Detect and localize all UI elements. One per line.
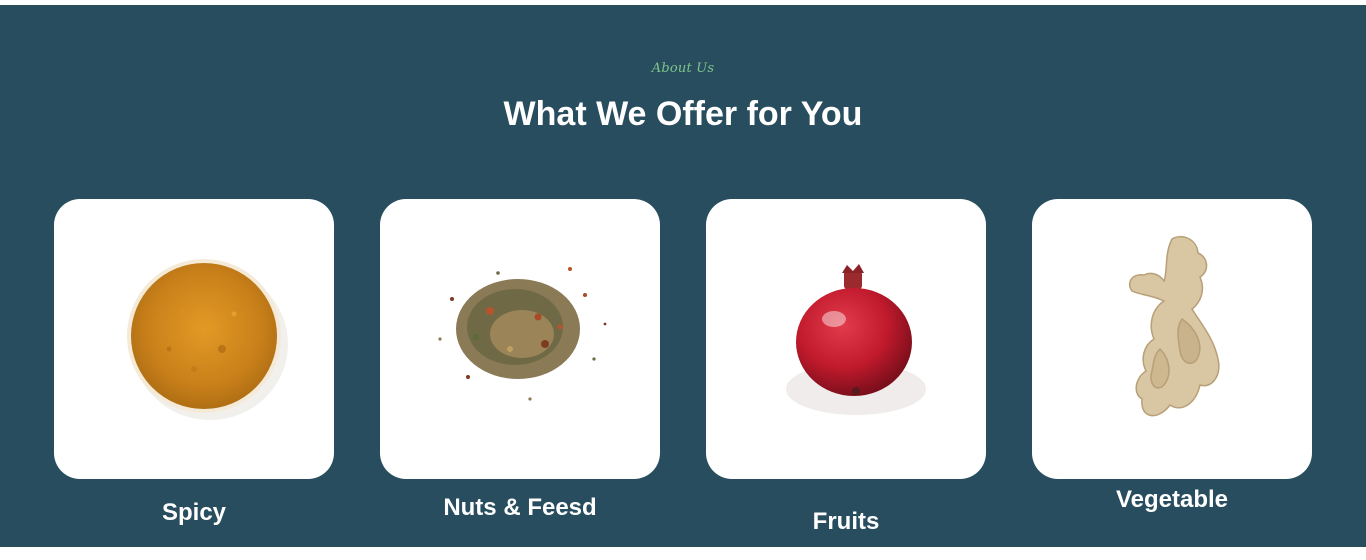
category-card-nuts[interactable] xyxy=(380,199,660,479)
ginger-root-image xyxy=(1128,235,1220,417)
category-label[interactable]: Vegetable xyxy=(1032,486,1312,514)
category-card-spicy[interactable] xyxy=(54,199,334,479)
category-label[interactable]: Spicy xyxy=(54,499,334,527)
turmeric-bowl-image xyxy=(127,259,288,420)
category-card-vegetable[interactable] xyxy=(1032,199,1312,479)
category-label[interactable]: Fruits xyxy=(706,508,986,536)
offer-section: About Us What We Offer for You Spicy Nut… xyxy=(0,5,1366,547)
section-eyebrow: About Us xyxy=(651,61,715,76)
category-card-fruits[interactable] xyxy=(706,199,986,479)
pomegranate-image xyxy=(786,264,926,415)
herb-mix-image xyxy=(438,267,607,401)
section-title: What We Offer for You xyxy=(503,95,863,133)
category-label[interactable]: Nuts & Feesd xyxy=(380,494,660,522)
